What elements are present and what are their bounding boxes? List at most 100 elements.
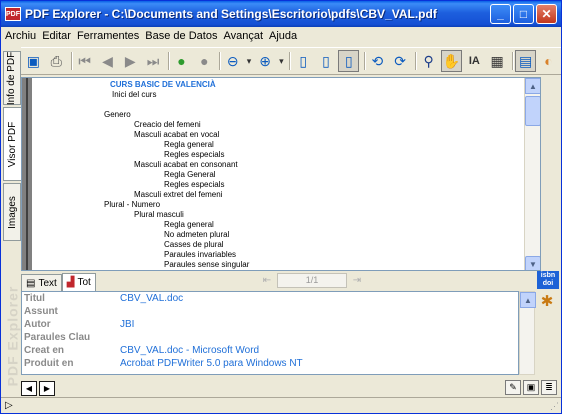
actual-size-button[interactable]: ▯ [338,50,360,72]
tab-info-de-pdf[interactable]: Info de PDF [3,51,21,105]
forward-button[interactable]: ● [171,50,192,72]
doc-line: Plural masculi [134,210,184,219]
pdf-viewer[interactable]: CURS BASIC DE VALENCIÀ Inici del curs Gen… [21,77,541,271]
pager-next-button[interactable]: ⇥ [349,273,365,288]
play-icon: ▷ [5,400,13,411]
zoom-out-button[interactable]: ⊖ [222,50,243,72]
print-icon: ⎙ [50,53,62,69]
title-bar[interactable]: PDF PDF Explorer - C:\Documents and Sett… [1,1,561,27]
metadata-row[interactable]: Assunt [22,305,518,318]
close-icon: ✕ [541,7,552,21]
first-page-button[interactable]: ⏮ [74,50,95,72]
rotate-left-button[interactable]: ⟲ [367,50,388,72]
hand-tool-button[interactable]: ✋ [441,50,462,72]
window-title: PDF Explorer - C:\Documents and Settings… [25,7,437,21]
tools-icon[interactable]: ✱ [537,291,557,311]
metadata-value[interactable]: CBV_VAL.doc [120,293,183,304]
text-select-icon: IA [468,54,480,67]
menu-base-de-datos[interactable]: Base de Datos [145,30,217,42]
edit-metadata-button[interactable]: ✎ [505,380,521,395]
menu-bar: Archiu Editar Ferramentes Base de Datos … [1,27,561,45]
doc-line: Creacio del femeni [134,120,201,129]
menu-avancat[interactable]: Avançat [223,30,263,42]
last-page-button[interactable]: ⏭ [143,50,164,72]
save-icon: ▣ [26,53,41,69]
text-select-button[interactable]: IA [464,50,485,72]
maximize-button[interactable]: □ [513,4,534,24]
scroll-down-arrow[interactable]: ▼ [525,256,540,270]
resize-grip-icon[interactable]: ⋰ [550,401,559,412]
tab-label: Text [38,277,57,289]
tab-label: Info de PDF [6,51,18,105]
rotate-right-button[interactable]: ⟳ [390,50,411,72]
menu-ferramentes[interactable]: Ferramentes [77,30,139,42]
menu-editar[interactable]: Editar [42,30,71,42]
doc-line: Regla general [164,220,214,229]
list-view-button[interactable]: ≣ [541,380,557,395]
doc-line: Regles especials [164,180,225,189]
actual-size-icon: ▯ [344,53,353,69]
metadata-row[interactable]: Produit en Acrobat PDFWriter 5.0 para Win… [22,357,518,370]
prev-page-button[interactable]: ◀ [97,50,118,72]
scroll-thumb[interactable] [525,96,540,126]
arrow-left-icon: ◀ [25,383,33,393]
zoom-in-dropdown[interactable]: ▾ [278,50,286,72]
zoom-out-icon: ⊖ [226,53,239,69]
nav-back-button[interactable]: ◀ [21,380,37,396]
print-button[interactable]: ⎙ [46,50,67,72]
fit-page-icon: ▯ [299,53,308,69]
tab-visor-pdf[interactable]: Visor PDF [3,107,21,181]
minimize-button[interactable]: _ [490,4,511,24]
back-button[interactable]: ● [194,50,215,72]
close-button[interactable]: ✕ [536,4,557,24]
find-button[interactable]: ⚲ [418,50,439,72]
doc-line: Masculi acabat en vocal [134,130,220,139]
last-page-icon: ⏭ [146,53,160,69]
metadata-key: Creat en [24,345,65,356]
main-toolbar: ▣ ⎙ ⏮ ◀ ▶ ⏭ ● ● ⊖ ▾ ⊕ ▾ ▯ ▯ ▯ ⟲ ⟳ ⚲ ✋ IA… [21,47,561,75]
extra-icon: ◐ [544,53,553,69]
doc-line: Masculi extret del femeni [134,190,223,199]
metadata-key: Titul [24,293,45,304]
save-metadata-button[interactable]: ▣ [523,380,539,395]
pdf-explorer-app-icon[interactable]: PDF [5,7,21,21]
metadata-scrollbar[interactable]: ▲ [519,291,536,375]
zoom-in-button[interactable]: ⊕ [255,50,276,72]
extra-button[interactable]: ◐ [538,50,559,72]
metadata-row[interactable]: Autor JBI [22,318,518,331]
scroll-up-arrow[interactable]: ▲ [525,78,540,94]
image-select-button[interactable]: ▦ [487,50,508,72]
watermark-text: PDF Explorer [4,285,21,387]
nav-forward-button[interactable]: ▶ [39,380,55,396]
menu-ajuda[interactable]: Ajuda [269,30,297,42]
pager-prev-button[interactable]: ⇤ [259,273,275,288]
metadata-row[interactable]: Titul CBV_VAL.doc [22,292,518,305]
rotate-right-icon: ⟳ [394,53,407,69]
fit-width-button[interactable]: ▯ [316,50,337,72]
prev-page-icon: ◀ [102,53,113,69]
save-button[interactable]: ▣ [23,50,44,72]
tab-tot[interactable]: ▟ Tot [61,273,96,291]
rotate-left-icon: ⟲ [371,53,384,69]
zoom-out-dropdown[interactable]: ▾ [245,50,253,72]
menu-archiu[interactable]: Archiu [5,30,36,42]
binoculars-icon: ⚲ [423,53,434,69]
doc-line: Casses de plural [164,240,224,249]
page-number-field[interactable]: 1/1 [277,273,347,288]
metadata-value[interactable]: CBV_VAL.doc - Microsoft Word [120,345,259,356]
metadata-row[interactable]: Paraules Clau [22,331,518,344]
first-page-icon: ⏮ [78,53,91,69]
next-page-button[interactable]: ▶ [120,50,141,72]
metadata-value[interactable]: Acrobat PDFWriter 5.0 para Windows NT [120,358,303,369]
tab-images[interactable]: Images [3,183,21,241]
metadata-value[interactable]: JBI [120,319,134,330]
scroll-up-arrow[interactable]: ▲ [520,292,536,308]
fit-page-button[interactable]: ▯ [293,50,314,72]
text-doc-icon: ▤ [26,277,36,289]
minimize-icon: _ [497,7,504,21]
tab-text[interactable]: ▤ Text [21,274,62,291]
metadata-row[interactable]: Creat en CBV_VAL.doc - Microsoft Word [22,344,518,357]
panel-toggle-button[interactable]: ▤ [515,50,537,72]
metadata-table[interactable]: Titul CBV_VAL.doc Assunt Autor JBI Paraules C… [21,291,519,375]
viewer-scrollbar[interactable]: ▲ ▼ [524,78,540,270]
